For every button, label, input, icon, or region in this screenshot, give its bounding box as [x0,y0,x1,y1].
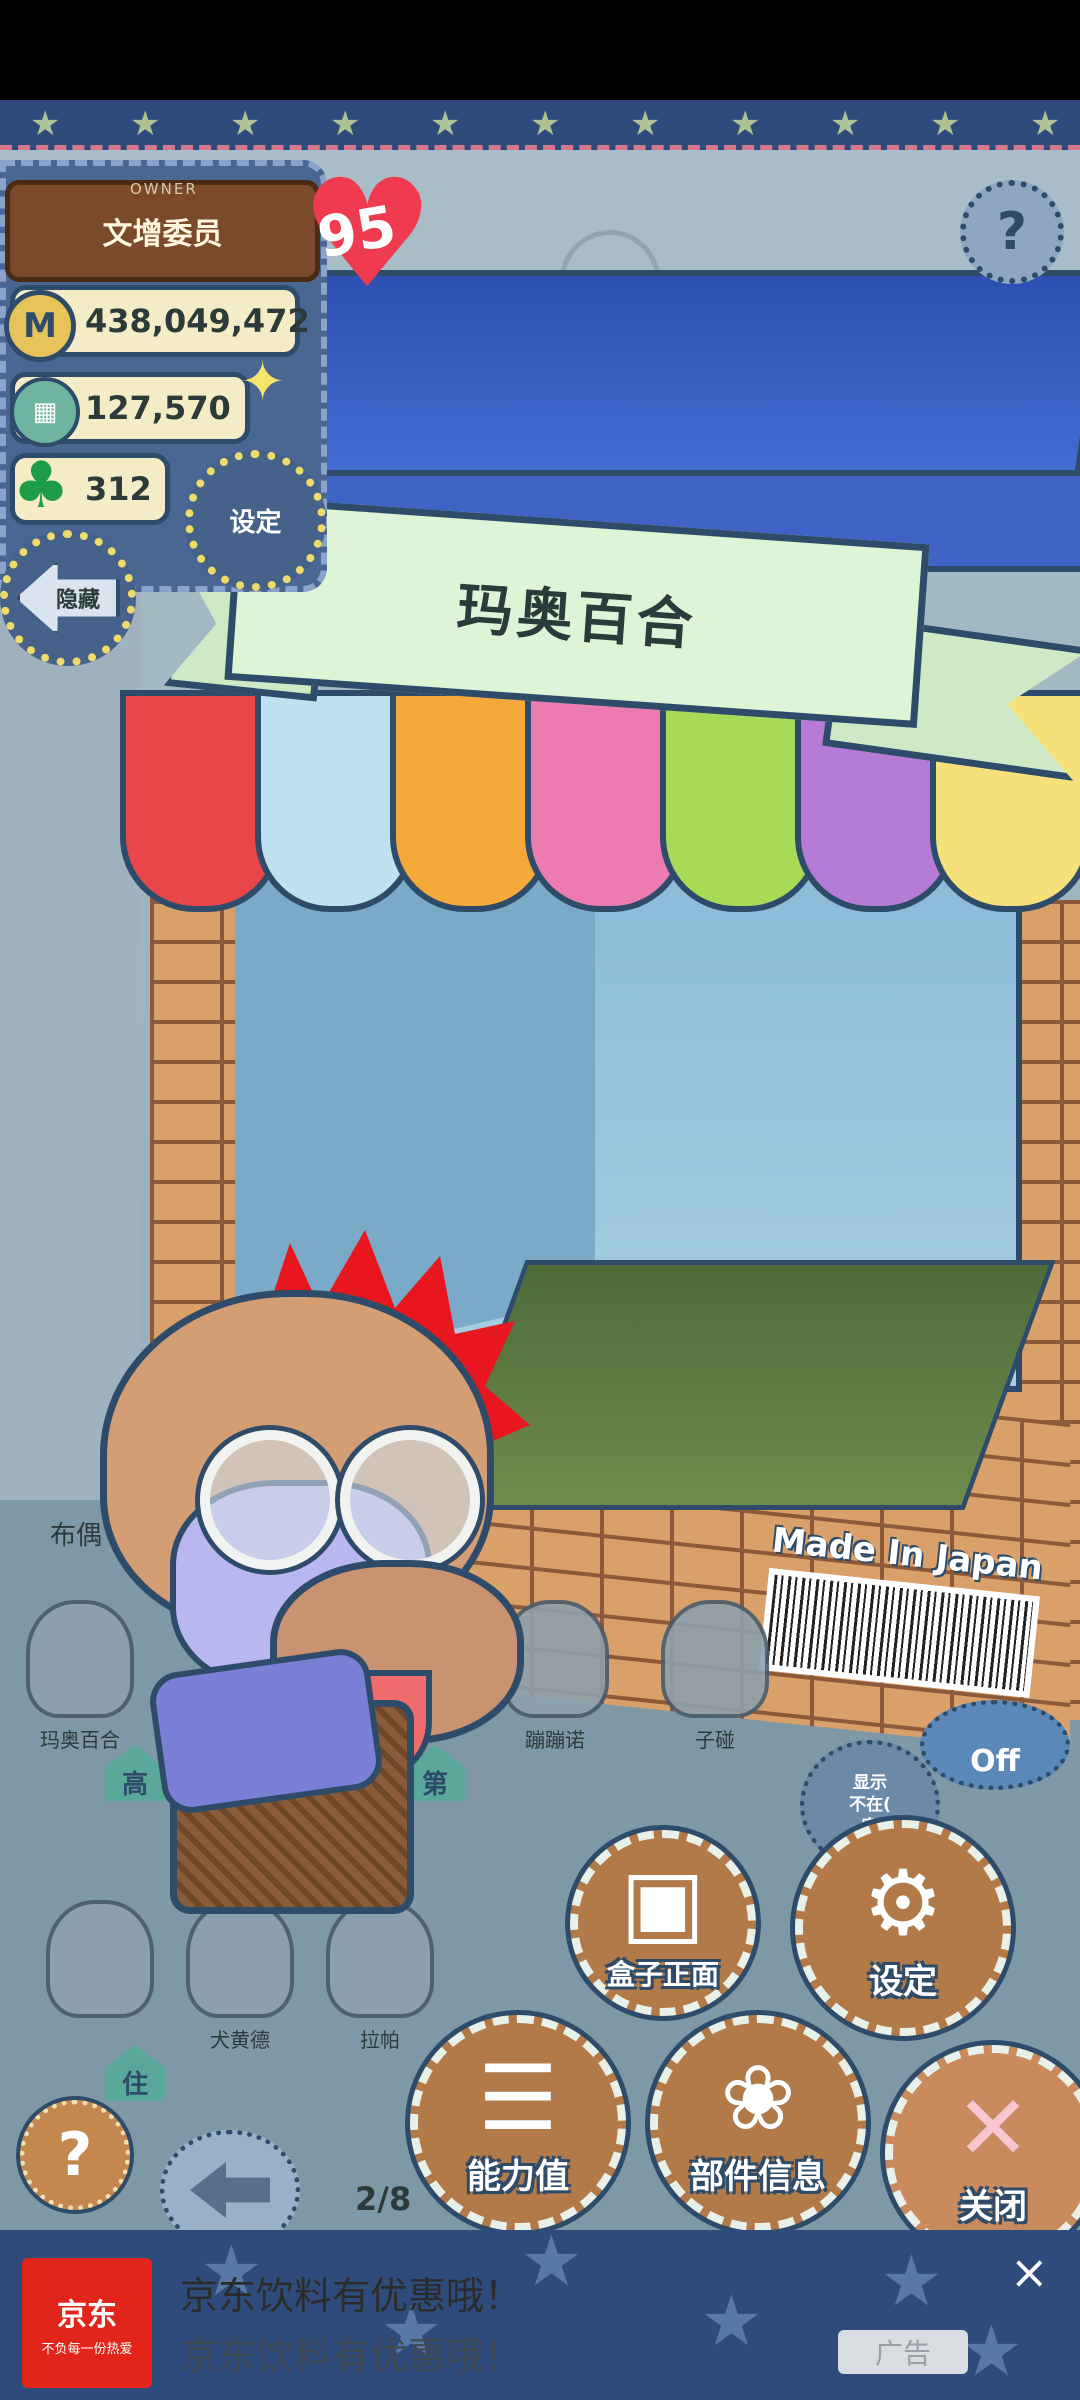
list-icon: ☰ [477,2045,559,2151]
ad-tag: 广告 [838,2330,968,2374]
parts-info-label: 部件信息 [690,2156,826,2197]
level-value: 95 [312,193,401,272]
member-item[interactable]: 犬黄德 [180,1900,300,2053]
stats-label: 能力值 [467,2156,569,2197]
member-avatar [186,1900,294,2018]
owner-settings-button[interactable]: 设定 [185,450,326,591]
jd-logo-slogan: 不负每一份热爱 [41,2341,133,2357]
ad-headline[interactable]: 京东饮料有优惠哦！ [180,2265,522,2320]
sparkle-icon: ✦ [240,350,286,413]
back-arrow-icon: 隐藏 [16,561,120,635]
member-item[interactable]: 拉帕 [320,1900,440,2053]
parts-info-button[interactable]: ❀ 部件信息 [650,2015,866,2231]
settings-button[interactable]: ⚙ 设定 [795,1820,1011,2036]
clover-value: 312 [85,470,152,508]
page-indicator: 2/8 [355,2180,412,2218]
help-button-bottom[interactable]: ? [20,2100,130,2210]
status-bar [0,0,1080,100]
vegetable-crate-icon: ▦ [10,377,80,447]
top-star-border: ★ ★ ★ ★ ★ ★ ★ ★ ★ ★ ★ [0,100,1080,151]
owner-settings-label: 设定 [229,508,282,538]
ad-subline[interactable]: 京东饮料有优惠哦！ [180,2325,522,2380]
stall-title: 玛奥百合 [454,576,699,658]
box-front-label: 盒子正面 [606,1958,719,1991]
box-icon: ▣ [620,1850,706,1955]
glasses-left [200,1430,340,1570]
close-label: 关闭 [959,2186,1027,2227]
ad-close-icon[interactable]: × [1010,2245,1049,2299]
ad-banner[interactable]: ★ ★ ★ ★ ★ ★ [0,2220,1080,2400]
coin-icon: M [4,290,76,362]
ad-tag-label: 广告 [874,2337,931,2370]
member-item[interactable]: 子碰 [655,1600,775,1753]
member-avatar [326,1900,434,2018]
left-arrow-icon [190,2162,270,2218]
member-avatar [46,1900,154,2018]
character-mascot[interactable] [60,1230,540,1914]
member-label: 犬黄德 [210,2028,270,2052]
jd-logo-text: 京东 [57,2297,117,2333]
food-value: 127,570 [85,389,231,427]
member-item[interactable] [40,1900,160,2024]
owner-tag: OWNER [130,180,198,198]
clover-icon: ♣ [12,449,70,523]
jd-logo[interactable]: 京东 不负每一份热爱 [22,2258,152,2388]
house-icon: 住 [105,2045,165,2101]
glasses-right [340,1430,480,1570]
settings-label: 设定 [869,1961,937,2002]
box-front-button[interactable]: ▣ 盒子正面 [570,1830,756,2016]
hide-label: 隐藏 [55,588,100,613]
member-label: 子碰 [695,1728,735,1752]
off-toggle[interactable]: Off [920,1700,1070,1790]
gear-icon: ⚙ [862,1850,944,1956]
help-button-top[interactable]: ? [960,180,1064,284]
member-avatar [661,1600,769,1718]
parts-icon: ❀ [720,2045,796,2151]
coin-value: 438,049,472 [85,302,310,340]
hide-button[interactable]: 隐藏 [0,530,136,666]
member-label: 拉帕 [360,2028,400,2052]
stats-button[interactable]: ☰ 能力值 [410,2015,626,2231]
close-icon: ✕ [955,2075,1031,2181]
